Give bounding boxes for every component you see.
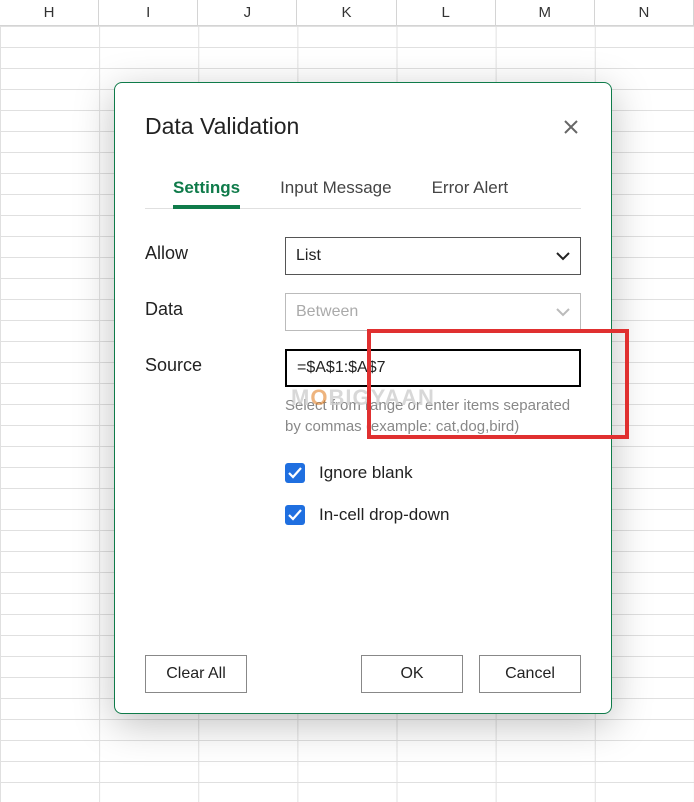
col-header[interactable]: H: [0, 0, 99, 25]
col-header[interactable]: K: [297, 0, 396, 25]
col-header[interactable]: N: [595, 0, 694, 25]
close-button[interactable]: [561, 117, 581, 137]
col-header[interactable]: I: [99, 0, 198, 25]
tab-bar: Settings Input Message Error Alert: [145, 178, 581, 209]
tab-input-message[interactable]: Input Message: [280, 178, 392, 208]
col-header[interactable]: M: [496, 0, 595, 25]
incell-dropdown-checkbox[interactable]: In-cell drop-down: [285, 505, 581, 525]
source-label: Source: [145, 349, 285, 376]
col-header[interactable]: J: [198, 0, 297, 25]
allow-value: List: [296, 247, 321, 265]
tab-error-alert[interactable]: Error Alert: [432, 178, 509, 208]
allow-label: Allow: [145, 237, 285, 264]
col-header[interactable]: L: [397, 0, 496, 25]
tab-settings[interactable]: Settings: [173, 178, 240, 208]
checkbox-checked-icon: [285, 463, 305, 483]
chevron-down-icon: [556, 251, 570, 261]
source-input[interactable]: [285, 349, 581, 387]
cancel-button[interactable]: Cancel: [479, 655, 581, 693]
data-label: Data: [145, 293, 285, 320]
source-hint: Select from range or enter items separat…: [285, 395, 581, 437]
column-headers: H I J K L M N: [0, 0, 694, 26]
data-select: Between: [285, 293, 581, 331]
dialog-title: Data Validation: [145, 113, 299, 140]
chevron-down-icon: [556, 307, 570, 317]
data-validation-dialog: Data Validation Settings Input Message E…: [114, 82, 612, 714]
clear-all-button[interactable]: Clear All: [145, 655, 247, 693]
data-value: Between: [296, 303, 358, 321]
checkbox-checked-icon: [285, 505, 305, 525]
close-icon: [563, 119, 579, 135]
ok-button[interactable]: OK: [361, 655, 463, 693]
incell-dropdown-label: In-cell drop-down: [319, 505, 449, 525]
ignore-blank-label: Ignore blank: [319, 463, 413, 483]
allow-select[interactable]: List: [285, 237, 581, 275]
ignore-blank-checkbox[interactable]: Ignore blank: [285, 463, 581, 483]
